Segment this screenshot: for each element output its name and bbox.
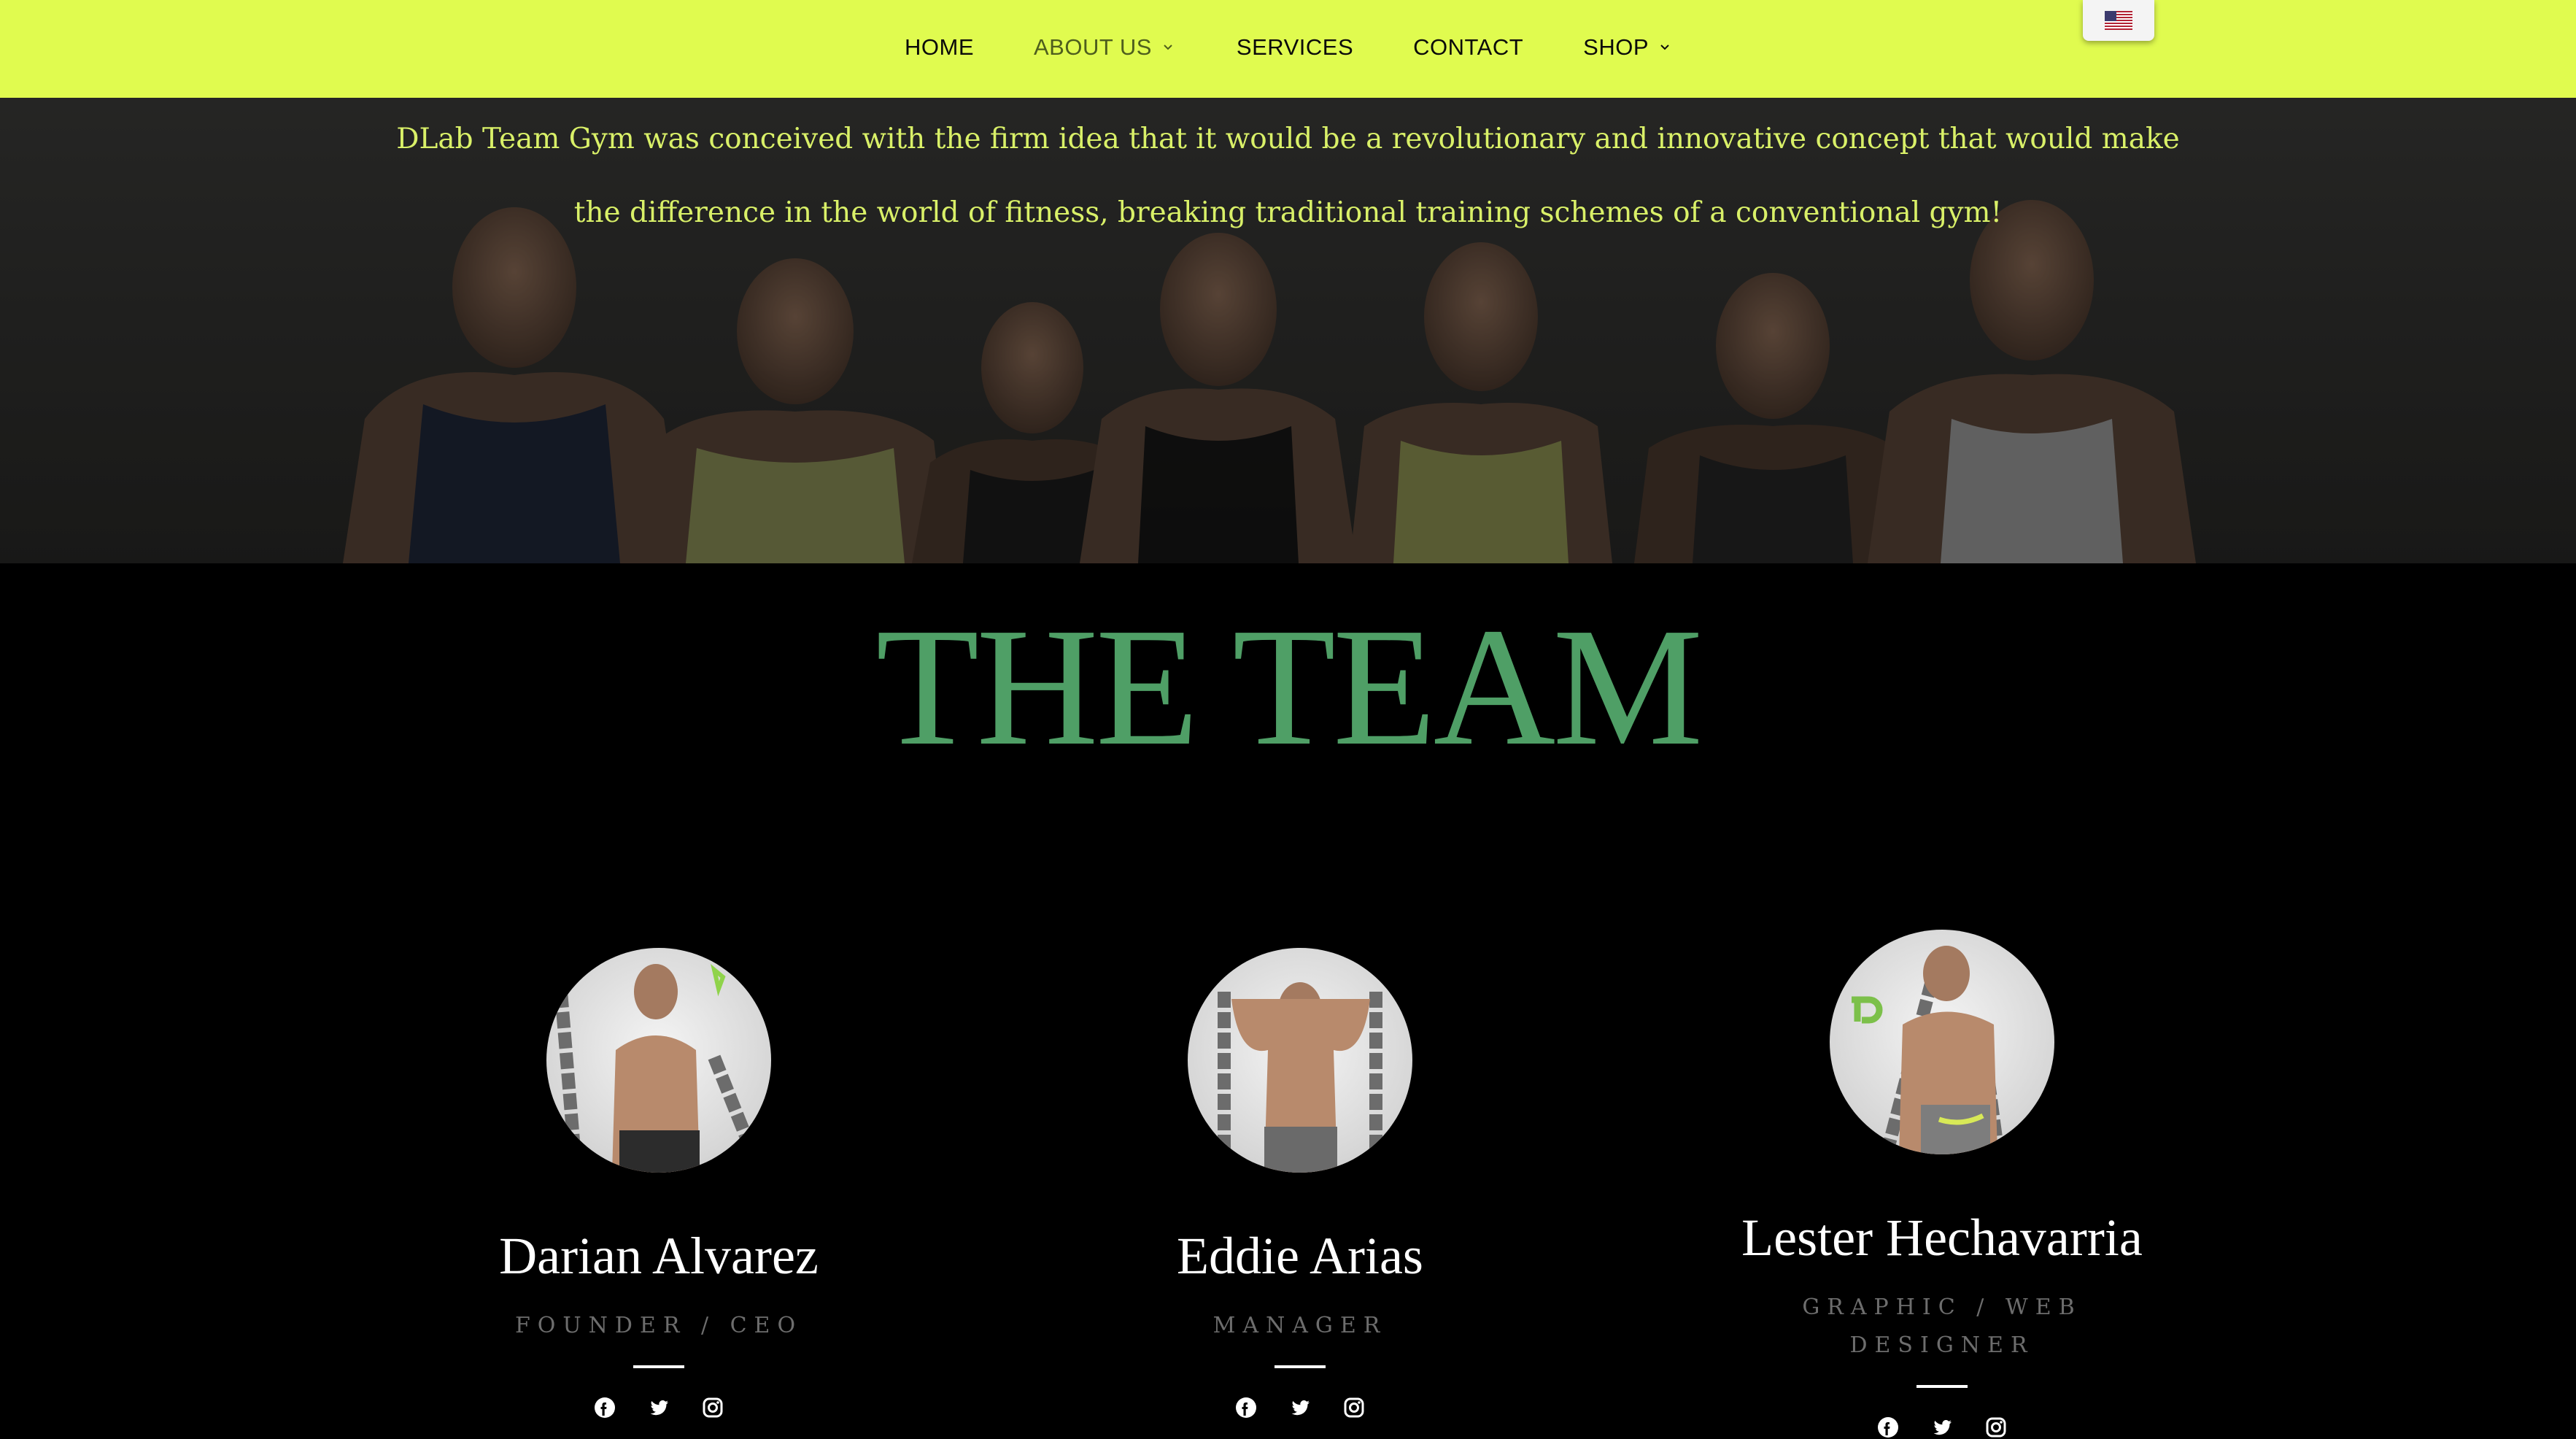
nav-home-label: HOME (905, 34, 974, 60)
nav-contact[interactable]: CONTACT (1413, 34, 1523, 61)
twitter-icon[interactable] (1288, 1396, 1312, 1419)
nav-shop-label: SHOP (1583, 34, 1649, 60)
avatar (546, 948, 771, 1173)
chevron-down-icon (1164, 45, 1172, 50)
language-switcher[interactable] (2083, 0, 2154, 41)
hero-line-2: the difference in the world of fitness, … (573, 196, 2003, 229)
hero-line-1: DLab Team Gym was conceived with the fir… (396, 123, 2180, 155)
site-header: HOME ABOUT US SERVICES CONTACT SHOP (0, 0, 2576, 98)
nav-about-us[interactable]: ABOUT US (1034, 34, 1177, 61)
nav-services-label: SERVICES (1236, 34, 1354, 60)
member-name: Darian Alvarez (499, 1227, 819, 1285)
divider (633, 1365, 684, 1368)
nav-contact-label: CONTACT (1413, 34, 1524, 60)
instagram-icon[interactable] (701, 1396, 724, 1419)
twitter-icon[interactable] (647, 1396, 670, 1419)
facebook-icon[interactable] (593, 1396, 616, 1419)
hero-description: DLab Team Gym was conceived with the fir… (0, 102, 2576, 250)
instagram-icon[interactable] (1342, 1396, 1366, 1419)
hero-section: DLab Team Gym was conceived with the fir… (0, 98, 2576, 563)
us-flag-icon (2105, 11, 2132, 30)
main-nav: HOME ABOUT US SERVICES CONTACT SHOP (905, 0, 1733, 95)
facebook-icon[interactable] (1876, 1416, 1900, 1439)
avatar (1188, 948, 1412, 1173)
nav-shop[interactable]: SHOP (1583, 34, 1674, 61)
facebook-icon[interactable] (1234, 1396, 1258, 1419)
nav-services[interactable]: SERVICES (1237, 34, 1353, 61)
member-name: Lester Hechavarria (1741, 1208, 2143, 1267)
member-name: Eddie Arias (1177, 1227, 1423, 1285)
team-member-card: Darian Alvarez FOUNDER / CEO (403, 948, 914, 1419)
member-role: MANAGER (1212, 1313, 1388, 1338)
member-role: GRAPHIC / WEB DESIGNER (1802, 1295, 2082, 1358)
nav-home[interactable]: HOME (905, 34, 974, 61)
twitter-icon[interactable] (1930, 1416, 1954, 1439)
social-links (403, 1396, 914, 1419)
divider (1275, 1365, 1326, 1368)
avatar (1830, 930, 2054, 1154)
social-links (1687, 1416, 2197, 1439)
nav-about-us-label: ABOUT US (1034, 34, 1152, 60)
chevron-down-icon (1660, 45, 1669, 50)
instagram-icon[interactable] (1984, 1416, 2008, 1439)
divider (1916, 1385, 1968, 1388)
social-links (1045, 1396, 1555, 1419)
section-title: THE TEAM (875, 593, 1703, 781)
team-member-card: Lester Hechavarria GRAPHIC / WEB DESIGNE… (1687, 930, 2197, 1439)
team-member-card: Eddie Arias MANAGER (1045, 948, 1555, 1419)
member-role: FOUNDER / CEO (514, 1313, 803, 1338)
